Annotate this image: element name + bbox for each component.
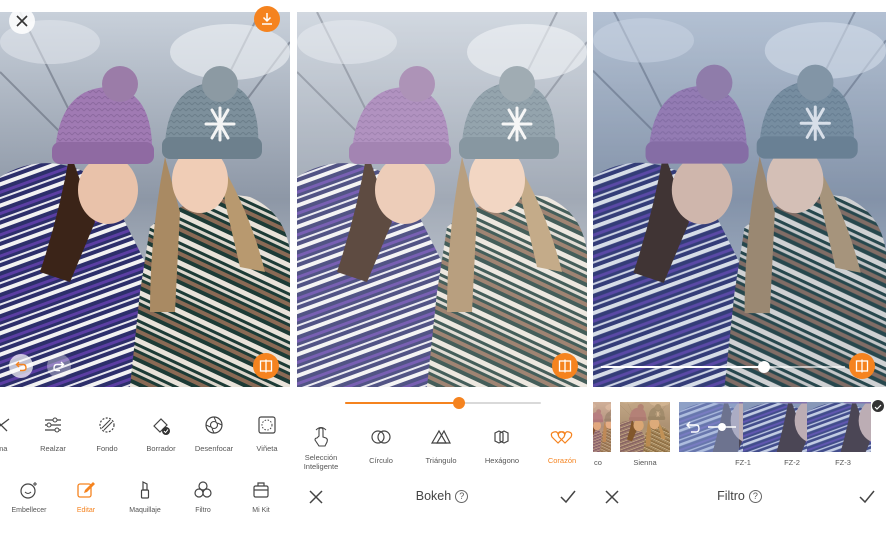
apply-icon[interactable] [559, 488, 577, 506]
tab-editar[interactable]: Editar [58, 478, 114, 514]
filter-intensity-slider[interactable] [601, 361, 845, 373]
close-button[interactable] [9, 8, 35, 34]
triangles-icon [430, 429, 451, 444]
help-icon[interactable]: ? [455, 490, 469, 503]
shape-hexagono[interactable]: Hexágono [473, 424, 531, 465]
filter-label: FZ-2 [784, 458, 800, 467]
bokeh-shapes: Selección Inteligente Círculo Triángulo … [297, 424, 587, 476]
filter-label: FZ-3 [835, 458, 851, 467]
tool-desenfocar[interactable]: Desenfocar [185, 412, 243, 453]
compare-button[interactable] [253, 353, 279, 379]
bokeh-bottom-bar: Bokeh? [297, 482, 587, 512]
shape-triangulo[interactable]: Triángulo [412, 424, 470, 465]
help-icon[interactable]: ? [748, 490, 762, 503]
filter-label: FZ-1 [735, 458, 751, 467]
tool-fondo[interactable]: Fondo [78, 412, 136, 453]
photo-canvas[interactable] [0, 12, 290, 387]
sliders-icon [45, 417, 61, 433]
bokeh-panel: Selección Inteligente Círculo Triángulo … [297, 0, 587, 540]
vignette-icon [258, 416, 276, 434]
download-icon [262, 13, 272, 25]
kit-icon [253, 482, 269, 498]
edit-panel: rma Realzar Fondo Borrador Desenfocar Vi… [0, 0, 290, 540]
compare-button[interactable] [849, 353, 875, 379]
filter-pack-fz[interactable] [679, 402, 871, 452]
shape-seleccion-inteligente[interactable]: Selección Inteligente [297, 424, 350, 471]
compare-icon [558, 359, 572, 373]
back-icon[interactable] [685, 419, 701, 435]
slider-thumb[interactable] [758, 361, 771, 373]
filter-label: Sienna [633, 458, 657, 467]
tab-maquillaje[interactable]: Maquillaje [117, 478, 173, 514]
tool-realzar[interactable]: Realzar [24, 412, 82, 453]
tool-borrador[interactable]: Borrador [132, 412, 190, 453]
photo-canvas[interactable] [297, 12, 587, 387]
filter-strip: co Sienna FZ-1 FZ-2 FZ-3 [593, 400, 886, 468]
tool-vineta[interactable]: Viñeta [238, 412, 290, 453]
filter-title: Filtro? [593, 489, 886, 503]
face-sparkle-icon [20, 482, 37, 499]
apply-icon[interactable] [858, 488, 876, 506]
slider-thumb[interactable] [452, 397, 465, 409]
circles-icon [371, 430, 391, 444]
bokeh-intensity-slider[interactable] [345, 397, 541, 409]
edit-icon [77, 482, 95, 498]
main-tabs: Embellecer Editar Maquillaje Filtro Mi K… [0, 478, 290, 518]
filter-label: co [594, 458, 602, 467]
download-button[interactable] [254, 6, 280, 32]
redo-button[interactable] [47, 354, 71, 378]
compare-icon [855, 359, 869, 373]
intensity-icon [708, 423, 736, 431]
aperture-icon [205, 416, 223, 434]
hearts-icon [550, 431, 573, 444]
lipstick-icon [140, 481, 150, 499]
tab-embellecer[interactable]: Embellecer [1, 478, 57, 514]
selected-check-icon [872, 400, 884, 412]
eraser-icon [153, 418, 170, 435]
photo-canvas[interactable] [593, 12, 886, 387]
hexagons-icon [494, 430, 509, 444]
compare-icon [259, 359, 273, 373]
shape-corazon[interactable]: Corazón [533, 424, 587, 465]
filter-panel: co Sienna FZ-1 FZ-2 FZ-3 Filtro? [593, 0, 886, 540]
filter-bottom-bar: Filtro? [593, 482, 886, 512]
edit-tools: rma Realzar Fondo Borrador Desenfocar Vi… [0, 412, 290, 464]
background-icon [99, 417, 115, 433]
hand-touch-icon [314, 427, 328, 447]
redo-icon [53, 361, 65, 372]
filter-thumb-co[interactable] [593, 402, 611, 452]
filter-thumb-sienna[interactable] [620, 402, 670, 452]
filter-circles-icon [194, 481, 212, 498]
close-icon [16, 15, 28, 27]
compare-button[interactable] [552, 353, 578, 379]
tab-filtro[interactable]: Filtro [175, 478, 231, 514]
undo-icon [15, 361, 27, 372]
shape-circulo[interactable]: Círculo [352, 424, 410, 465]
bokeh-title: Bokeh? [297, 489, 587, 503]
tab-mi-kit[interactable]: Mi Kit [233, 478, 289, 514]
undo-button[interactable] [9, 354, 33, 378]
slice-icon [0, 418, 10, 432]
